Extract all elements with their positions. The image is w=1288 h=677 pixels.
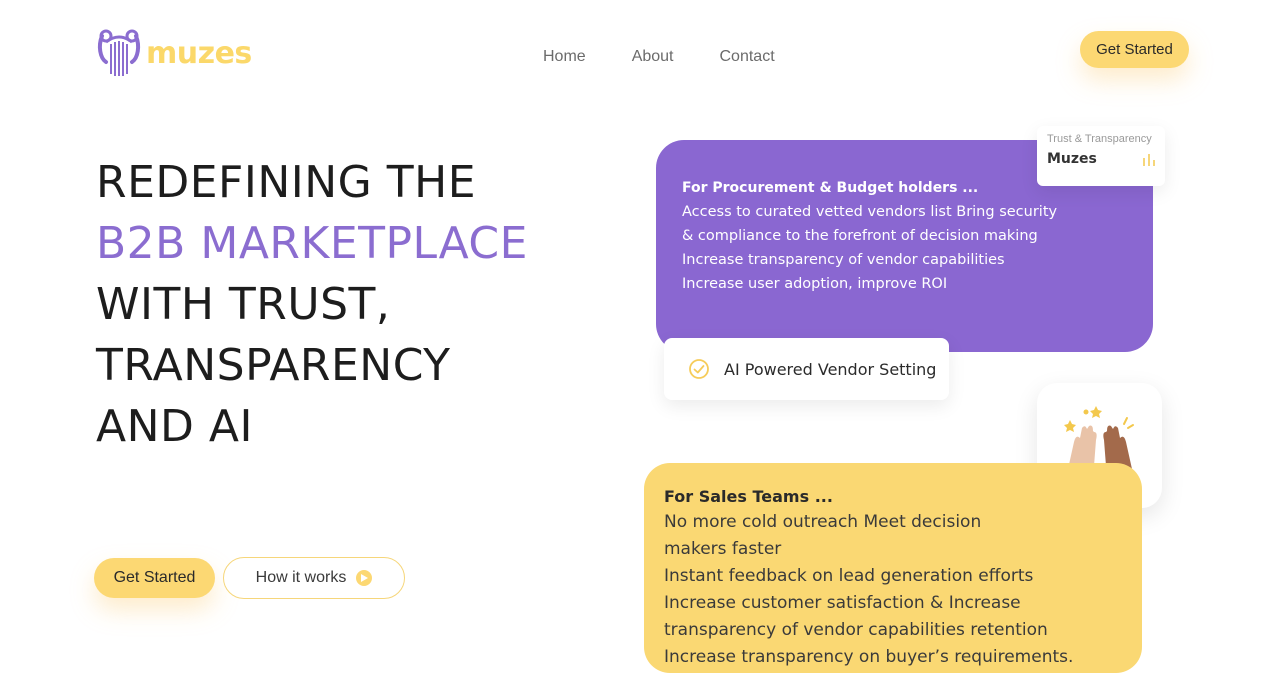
ai-powered-label: AI Powered Vendor Setting (724, 359, 937, 379)
logo-harp-icon (97, 29, 141, 76)
bar-chart-icon (1143, 154, 1155, 166)
nav-about[interactable]: About (632, 48, 674, 66)
logo[interactable]: muzes (96, 28, 252, 78)
hero-line-5: AND AI (96, 401, 253, 452)
nav-contact[interactable]: Contact (720, 48, 775, 66)
procurement-line: Access to curated vetted vendors list Br… (682, 204, 1058, 220)
procurement-line: Increase transparency of vendor capabili… (682, 252, 1005, 268)
sales-line: Instant feedback on lead generation effo… (664, 566, 1034, 586)
hero-get-started-button[interactable]: Get Started (94, 558, 215, 598)
sales-line: Increase transparency on buyer’s require… (664, 647, 1074, 667)
trust-badge-title: Muzes (1047, 151, 1097, 167)
sales-line: makers faster (664, 539, 782, 559)
procurement-line: Increase user adoption, improve ROI (682, 276, 948, 292)
sales-line: No more cold outreach Meet decision (664, 512, 982, 532)
trust-badge: Trust & Transparency Muzes (1037, 126, 1165, 186)
trust-badge-title-row: Muzes (1047, 151, 1155, 167)
main-nav: Home About Contact (543, 48, 775, 66)
hero-line-4: TRANSPARENCY (96, 340, 451, 391)
header-get-started-button[interactable]: Get Started (1080, 31, 1189, 68)
hero-line-2: B2B MARKETPLACE (96, 218, 528, 269)
sales-card-title: For Sales Teams ... (664, 487, 833, 506)
hero-headline: REDEFINING THE B2B MARKETPLACE WITH TRUS… (96, 152, 528, 457)
logo-text: muzes (146, 35, 252, 71)
nav-home[interactable]: Home (543, 48, 586, 66)
procurement-line: & compliance to the forefront of decisio… (682, 228, 1038, 244)
how-it-works-label: How it works (255, 569, 347, 586)
ai-powered-pill: AI Powered Vendor Setting (664, 338, 949, 400)
play-icon (356, 570, 373, 586)
sales-line: transparency of vendor capabilities rete… (664, 620, 1048, 640)
hero-line-1: REDEFINING THE (96, 157, 476, 208)
how-it-works-button[interactable]: How it works (223, 557, 405, 599)
sales-line: Increase customer satisfaction & Increas… (664, 593, 1021, 613)
sales-card: For Sales Teams ... No more cold outreac… (644, 463, 1142, 673)
check-circle-icon (689, 359, 709, 379)
hero-line-3: WITH TRUST, (96, 279, 391, 330)
trust-badge-subtitle: Trust & Transparency (1047, 133, 1152, 145)
